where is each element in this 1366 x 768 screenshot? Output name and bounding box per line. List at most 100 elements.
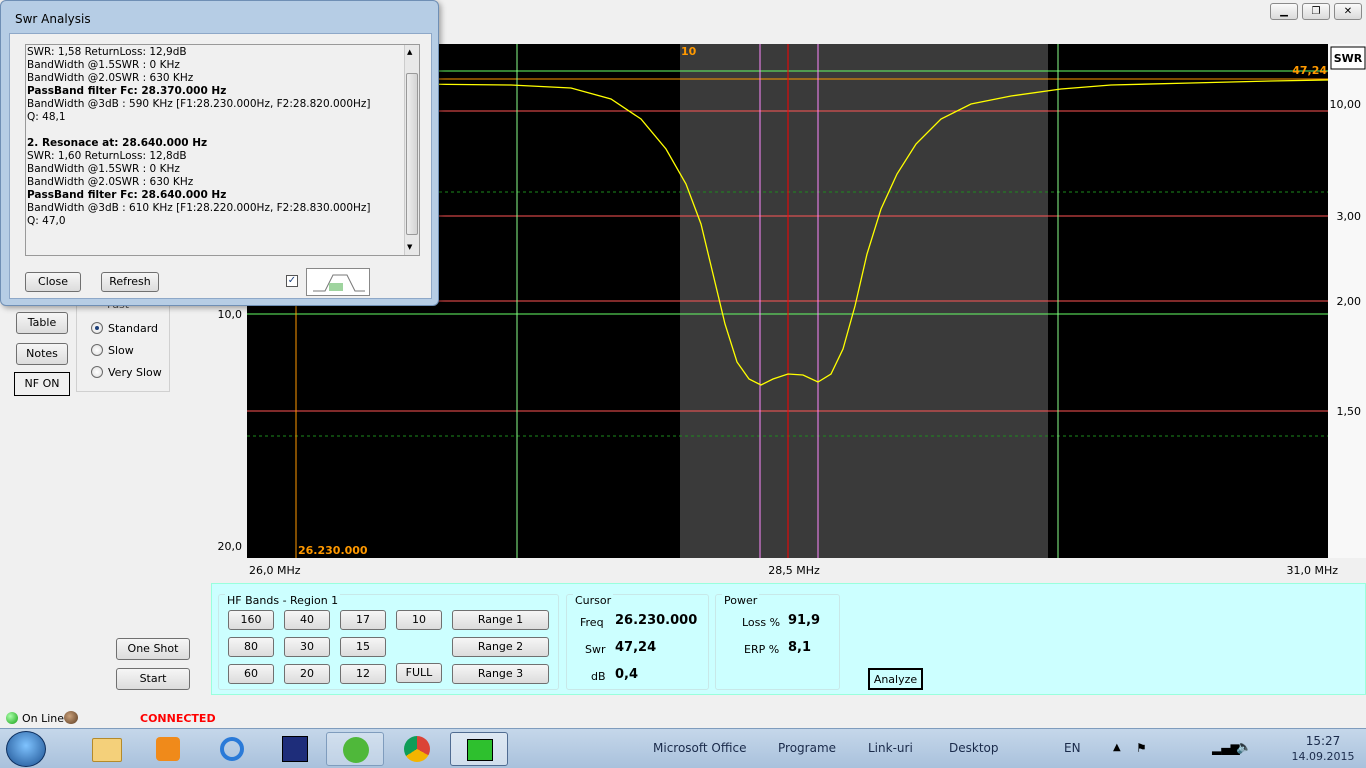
range-3-button[interactable]: Range 3 (452, 664, 549, 684)
cursor-swr-label: Swr (585, 643, 606, 656)
left-control-panel: Table Notes NF ON Fast Standard Slow Ver… (0, 298, 210, 707)
start-button[interactable]: Start (116, 668, 190, 690)
one-shot-button[interactable]: One Shot (116, 638, 190, 660)
radio-very-slow[interactable] (91, 366, 103, 378)
right-axis-label-10: 10,00 (1330, 98, 1362, 111)
band-30-button[interactable]: 30 (284, 637, 330, 657)
speed-option-standard[interactable]: Standard (91, 322, 171, 336)
online-led-icon (6, 712, 18, 724)
band-10-button[interactable]: 10 (396, 610, 442, 630)
analysis-line (26, 124, 404, 137)
internet-explorer-icon[interactable] (204, 732, 262, 766)
analyze-button[interactable]: Analyze (868, 668, 923, 690)
swr-header: SWR (1334, 52, 1363, 65)
bottom-control-panel: HF Bands - Region 1 160 40 17 10 80 30 1… (211, 583, 1366, 695)
taskbar: Microsoft Office Programe Link-uri Deskt… (0, 728, 1366, 768)
swr-analysis-dialog: Swr Analysis SWR: 1,58 ReturnLoss: 12,9d… (0, 0, 439, 306)
analysis-line: PassBand filter Fc: 28.370.000 Hz (27, 85, 227, 97)
cursor-title: Cursor (573, 594, 614, 607)
band-60-button[interactable]: 60 (228, 664, 274, 684)
taskbar-item-link-uri[interactable]: Link-uri (868, 741, 913, 755)
notes-button[interactable]: Notes (16, 343, 68, 365)
band-20-button[interactable]: 20 (284, 664, 330, 684)
speed-group: Fast Standard Slow Very Slow (76, 298, 171, 392)
taskbar-item-programe[interactable]: Programe (778, 741, 836, 755)
analysis-line: BandWidth @1.5SWR : 0 KHz (27, 59, 180, 71)
close-window-button[interactable]: ✕ (1334, 3, 1362, 20)
textbox-scrollbar[interactable]: ▲ ▼ (404, 45, 419, 255)
band-17-button[interactable]: 17 (340, 610, 386, 630)
marker-top-label: 10 (681, 45, 697, 58)
volume-icon[interactable]: 🔈 (1236, 740, 1252, 755)
clover-app-icon[interactable] (326, 732, 384, 766)
radio-standard[interactable] (91, 322, 103, 334)
analysis-line: PassBand filter Fc: 28.640.000 Hz (27, 189, 227, 201)
power-title: Power (722, 594, 760, 607)
hf-bands-title: HF Bands - Region 1 (225, 594, 341, 607)
range-2-button[interactable]: Range 2 (452, 637, 549, 657)
cursor-db-label: dB (591, 670, 606, 683)
left-axis-label-20: 20,0 (218, 540, 243, 553)
taskbar-item-desktop[interactable]: Desktop (949, 741, 999, 755)
analysis-line: BandWidth @1.5SWR : 0 KHz (27, 163, 180, 175)
analysis-line: 2. Resonace at: 28.640.000 Hz (27, 137, 208, 149)
chrome-icon[interactable] (388, 732, 446, 766)
status-bar: On Line CONNECTED (0, 707, 1366, 728)
filter-checkbox[interactable]: ✓ (286, 275, 298, 287)
radio-slow[interactable] (91, 344, 103, 356)
x-axis-label-start: 26,0 MHz (249, 564, 301, 577)
x-axis-label-mid: 28,5 MHz (768, 564, 820, 577)
band-160-button[interactable]: 160 (228, 610, 274, 630)
cursor-freq-readout: 26.230.000 (298, 544, 368, 557)
scroll-up-icon[interactable]: ▲ (407, 48, 412, 56)
bug-icon (64, 711, 78, 724)
band-15-button[interactable]: 15 (340, 637, 386, 657)
antenna-analyzer-app-icon[interactable] (450, 732, 508, 766)
cursor-swr-value: 47,24 (615, 640, 657, 655)
band-12-button[interactable]: 12 (340, 664, 386, 684)
clock-time[interactable]: 15:27 (1300, 734, 1346, 748)
refresh-button[interactable]: Refresh (101, 272, 159, 292)
range-1-button[interactable]: Range 1 (452, 610, 549, 630)
scroll-down-icon[interactable]: ▼ (407, 243, 412, 251)
filter-preview-thumbnail[interactable] (306, 268, 370, 296)
start-orb-icon[interactable] (6, 731, 46, 767)
erp-label: ERP % (744, 643, 780, 656)
nf-on-button[interactable]: NF ON (14, 372, 70, 396)
right-axis-label-1-5: 1,50 (1337, 405, 1362, 418)
media-player-icon[interactable] (140, 732, 198, 766)
filter-preview-icon (313, 274, 365, 292)
band-40-button[interactable]: 40 (284, 610, 330, 630)
speed-option-slow[interactable]: Slow (91, 344, 171, 358)
speed-option-very-slow[interactable]: Very Slow (91, 366, 171, 380)
scroll-thumb[interactable] (406, 73, 418, 235)
band-full-button[interactable]: FULL (396, 663, 442, 683)
clock-date[interactable]: 14.09.2015 (1288, 750, 1358, 763)
taskbar-item-office[interactable]: Microsoft Office (653, 741, 746, 755)
explorer-icon[interactable] (80, 732, 138, 766)
dialog-title: Swr Analysis (15, 12, 91, 26)
connected-label: CONNECTED (140, 712, 216, 725)
save-disk-icon[interactable] (268, 732, 326, 766)
table-button[interactable]: Table (16, 312, 68, 334)
analysis-line: BandWidth @3dB : 610 KHz [F1:28.220.000H… (27, 202, 371, 214)
cursor-group: Cursor Freq 26.230.000 Swr 47,24 dB 0,4 (566, 594, 709, 690)
analysis-line: SWR: 1,58 ReturnLoss: 12,9dB (27, 46, 187, 58)
cursor-freq-label: Freq (580, 616, 604, 629)
close-button[interactable]: Close (25, 272, 81, 292)
minimize-button[interactable]: ▁ (1270, 3, 1298, 20)
tray-expand-icon[interactable]: ▲ (1113, 742, 1121, 753)
restore-button[interactable]: ❐ (1302, 3, 1330, 20)
band-80-button[interactable]: 80 (228, 637, 274, 657)
analysis-textbox[interactable]: SWR: 1,58 ReturnLoss: 12,9dB BandWidth @1… (25, 44, 420, 256)
x-axis-label-end: 31,0 MHz (1286, 564, 1338, 577)
flag-icon[interactable]: ⚑ (1136, 741, 1147, 755)
analysis-line: BandWidth @2.0SWR : 630 KHz (27, 72, 194, 84)
left-axis-label-10: 10,0 (218, 308, 243, 321)
cursor-freq-value: 26.230.000 (615, 613, 698, 628)
analysis-line: BandWidth @3dB : 590 KHz [F1:28.230.000H… (27, 98, 371, 110)
language-indicator[interactable]: EN (1064, 741, 1081, 755)
speed-label-very-slow: Very Slow (108, 366, 162, 379)
analysis-line: Q: 48,1 (27, 111, 66, 123)
power-group: Power Loss % 91,9 ERP % 8,1 (715, 594, 840, 690)
